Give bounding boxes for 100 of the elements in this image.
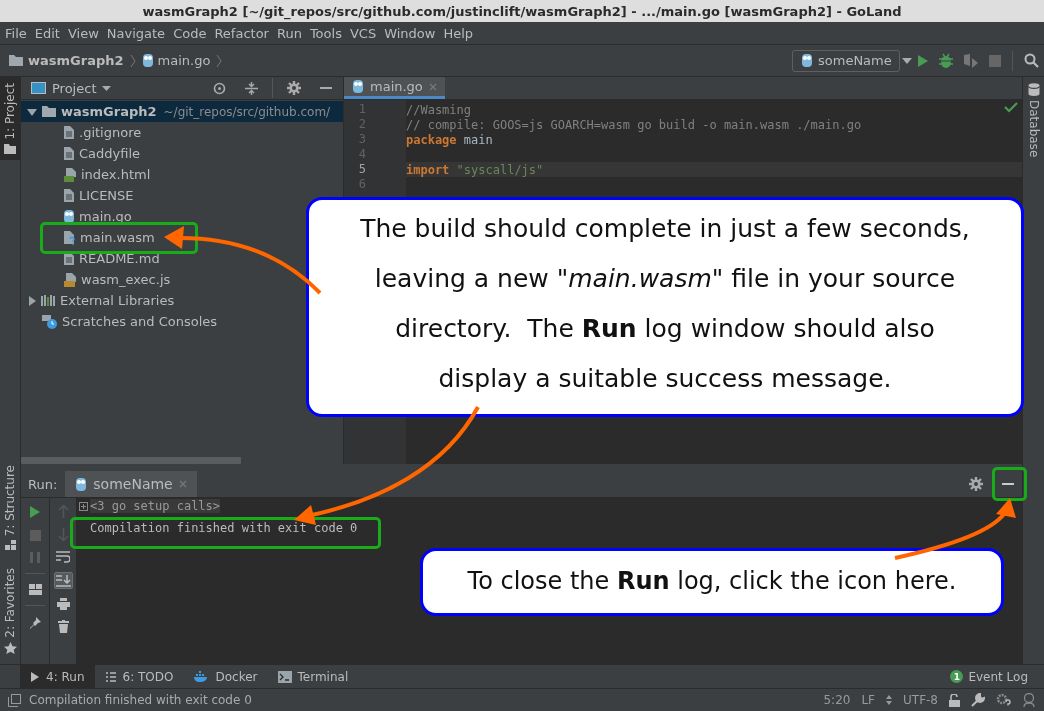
menu-item[interactable]: Tools [305,25,346,41]
go-file-icon [801,53,813,68]
expand-box-icon[interactable] [79,501,88,511]
tool-window-tab[interactable]: Database [1023,77,1044,164]
play-icon [917,53,929,68]
breadcrumb-item[interactable]: main.go [141,50,211,71]
code-line: //Wasming [406,102,472,117]
go-file-icon [352,79,364,94]
html-file-icon [63,167,77,182]
crosshair-icon [213,81,226,95]
caret-icon [901,57,912,64]
soft-wrap-button[interactable] [55,550,71,564]
tool-window-tab[interactable]: 4: Run [20,665,95,688]
menu-item[interactable]: Code [169,25,211,41]
tool-window-tab[interactable]: 7: Structure [0,458,20,557]
search-icon [1024,53,1039,68]
menu-item[interactable]: Run [272,25,306,41]
stop-icon [29,530,41,541]
menu-item[interactable]: View [63,25,103,41]
tree-item[interactable]: wasm_exec.js [21,269,175,290]
shield-icon [963,53,979,68]
scrollbar[interactable] [21,457,241,464]
lock-icon[interactable] [949,693,960,707]
window-title: wasmGraph2 [~/git_repos/src/github.com/justinclift/wasmGraph2] - .../main.go [wasmGraph2] - GoLand [0,0,1044,22]
tree-item[interactable]: wasmGraph2 ~/git_repos/src/github.com/ [21,101,343,122]
menu-item[interactable]: File [1,25,31,41]
file-icon [63,146,75,161]
encoding-selector[interactable]: UTF-8 [903,693,938,707]
check-icon [1004,102,1018,114]
clear-button[interactable] [56,619,70,634]
tool-window-tab[interactable]: Docker [183,665,268,688]
tool-window-tab[interactable]: Terminal [267,665,359,688]
star-icon [3,642,17,654]
collapse-icon [245,81,258,95]
run-tab[interactable]: someName [65,471,197,497]
go-file-icon [63,209,75,224]
tree-item[interactable]: main.wasm [21,227,159,248]
gear-icon [287,81,301,95]
inspector-icon[interactable] [1022,692,1036,708]
layout-button[interactable] [27,583,43,596]
tree-item[interactable]: .gitignore [21,122,146,143]
file-icon [63,188,75,203]
tool-window-tab[interactable]: 1: Project [0,77,20,160]
tree-item[interactable]: External Libraries [21,290,179,311]
project-path: ~/git_repos/src/github.com/ [163,104,331,119]
tree-item[interactable]: Caddyfile [21,143,145,164]
menu-item[interactable]: VCS [345,25,381,41]
caret-icon [102,85,112,91]
line-separator-selector[interactable]: LF [861,693,875,707]
up-down-icon[interactable] [886,695,892,705]
tree-item[interactable]: LICENSE [21,185,138,206]
editor-tab[interactable]: main.go [344,77,445,99]
printer-icon [56,598,70,610]
minus-icon [320,86,332,90]
project-view-dropdown[interactable]: Project [31,80,112,96]
whale-icon [193,670,210,683]
print-button[interactable] [55,597,71,611]
pin-icon [28,616,42,629]
go-file-icon [141,53,154,68]
line-number: 5 [344,162,406,177]
scratches-icon [41,313,58,330]
trash-icon [57,620,69,633]
wrench-icon[interactable] [971,693,985,707]
scroll-to-end-button[interactable] [53,572,73,589]
menu-item[interactable]: Navigate [102,25,170,41]
menu-item[interactable]: Window [380,25,440,41]
libraries-icon [41,294,56,307]
unknown-file-icon [63,230,76,245]
menu-item[interactable]: Edit [30,25,64,41]
panel-title: Run: [28,476,58,492]
tool-window-tab[interactable]: 2: Favorites [0,562,20,660]
down-arrow-icon [57,528,69,541]
tree-item[interactable]: Scratches and Consoles [21,311,222,332]
pause-icon [30,552,40,563]
folded-lines[interactable]: <3 go setup calls> [90,499,221,513]
code-line: import "syscall/js" [406,162,544,177]
window-icon[interactable] [8,693,21,707]
window-icon [31,82,46,94]
event-log-button[interactable]: 1 Event Log [944,668,1034,685]
code-line: // compile: GOOS=js GOARCH=wasm go build -o main.wasm ./main.go [406,117,862,132]
rerun-button[interactable] [28,504,42,520]
scroll-end-icon [55,574,71,587]
menu-item[interactable]: Refactor [210,25,273,41]
up-arrow-icon [57,505,69,518]
pin-button[interactable] [27,615,43,630]
gear-question-icon[interactable] [996,692,1011,708]
tool-window-tab[interactable]: 6: TODO [94,665,184,688]
minus-icon [1002,482,1014,486]
tree-item[interactable]: index.html [21,164,155,185]
expand-arrow-icon[interactable] [27,295,37,306]
bug-icon [939,53,953,68]
tree-item[interactable]: README.md [21,248,164,269]
breadcrumb-item[interactable]: wasmGraph2 [8,50,124,71]
folder-icon [41,105,57,118]
status-message: Compilation finished with exit code 0 [29,693,252,707]
tree-item[interactable]: main.go [21,206,136,227]
expand-arrow-icon[interactable] [27,106,37,117]
menu-item[interactable]: Help [439,25,478,41]
caret-position[interactable]: 5:20 [823,693,851,707]
file-icon [63,251,75,266]
